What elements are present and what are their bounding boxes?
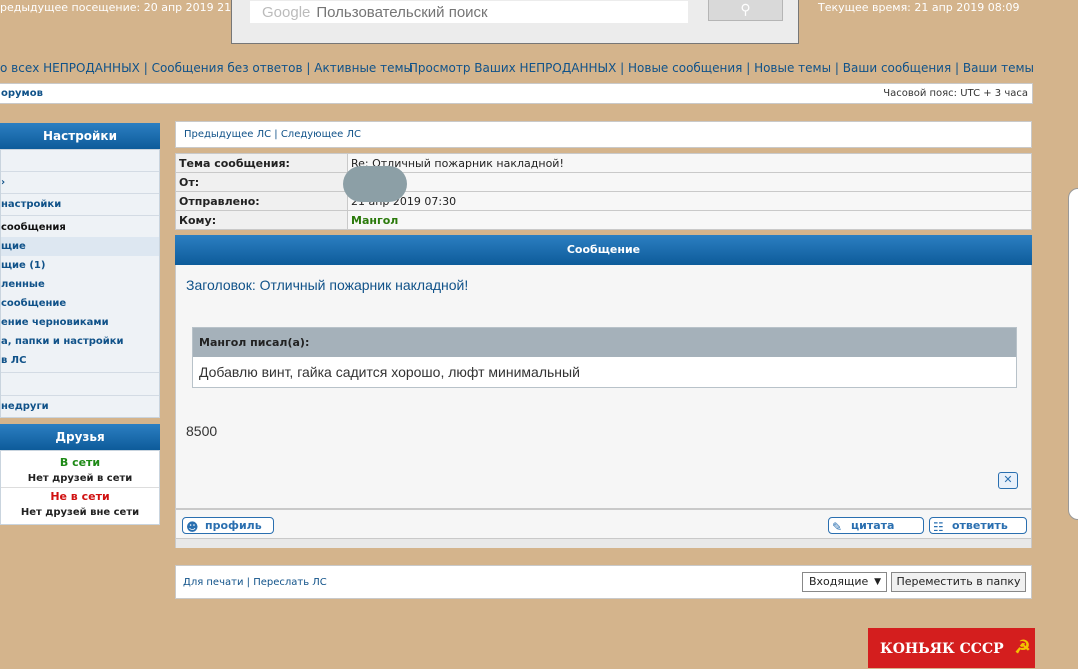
nav-your-topics[interactable]: Ваши темы xyxy=(963,61,1034,75)
folder-select-value: Входящие xyxy=(809,575,869,588)
profile-button[interactable]: ☻ профиль xyxy=(182,517,274,534)
message-section-title: Сообщение xyxy=(175,235,1032,265)
ad-text: КОНЬЯК СССР xyxy=(880,641,1004,657)
nav-unsold-all[interactable]: о всех НЕПРОДАННЫХ xyxy=(0,61,140,75)
nav-new-topics[interactable]: Новые темы xyxy=(754,61,831,75)
magnifier-icon: ⚲ xyxy=(740,2,751,18)
friends-online-label: В сети xyxy=(59,456,101,469)
folder-select[interactable]: Входящие ▼ xyxy=(802,572,887,592)
google-brand: Google xyxy=(262,3,311,21)
sidebar: Настройки › настройки сообщения щие щие … xyxy=(0,123,160,525)
friends-online-none: Нет друзей в сети xyxy=(1,471,159,488)
redacted-sender-blur xyxy=(343,166,407,202)
sidebar-settings-box: › настройки сообщения щие щие (1) ленные… xyxy=(0,149,160,418)
sent-value: 21 апр 2019 07:30 xyxy=(347,191,1032,211)
sidebar-friends-box: В сети Нет друзей в сети Не в сети Нет д… xyxy=(0,450,160,525)
subject-label: Тема сообщения: xyxy=(175,153,348,173)
quote-author: Мангол писал(а): xyxy=(193,328,1016,357)
quote-button-label: цитата xyxy=(851,519,895,532)
sent-label: Отправлено: xyxy=(175,191,348,211)
last-visit-text: редыдущее посещение: 20 апр 2019 21:06 xyxy=(0,1,249,14)
report-icon[interactable]: ✕ xyxy=(998,472,1018,489)
message-body: Заголовок: Отличный пожарник накладной! … xyxy=(175,265,1032,509)
sidebar-settings-title: Настройки xyxy=(0,123,160,149)
nav-right: Просмотр Ваших НЕПРОДАННЫХ | Новые сообщ… xyxy=(408,61,1034,75)
speech-bubble-icon: ✎ xyxy=(832,520,843,534)
print-link[interactable]: Для печати xyxy=(183,577,243,588)
move-to-folder-button[interactable]: Переместить в папку xyxy=(891,572,1026,592)
sidebar-msg-item-3[interactable]: сообщение xyxy=(1,294,159,313)
subject-value: Re: Отличный пожарник накладной! xyxy=(347,153,1032,173)
nav-new-posts[interactable]: Новые сообщения xyxy=(628,61,742,75)
message-column: Предыдущее ЛС | Следующее ЛС Тема сообще… xyxy=(175,121,1032,548)
sidebar-msg-item-5[interactable]: а, папки и настройки xyxy=(1,332,159,351)
sidebar-friends-title: Друзья xyxy=(0,424,160,450)
nav-active-topics[interactable]: Активные темы xyxy=(314,61,413,75)
current-time-text: Текущее время: 21 апр 2019 08:09 xyxy=(818,1,1020,14)
from-value[interactable] xyxy=(347,172,1032,192)
footer-links: Для печати | Переслать ЛС xyxy=(183,577,327,588)
search-placeholder: Пользовательский поиск xyxy=(316,3,488,21)
user-icon: ☻ xyxy=(186,520,199,534)
sidebar-item-settings[interactable]: настройки xyxy=(1,194,159,216)
chevron-down-icon: ▼ xyxy=(874,577,881,587)
search-box: Google Пользовательский поиск ⚲ xyxy=(231,0,799,44)
footer-panel: Для печати | Переслать ЛС Входящие ▼ Пер… xyxy=(175,565,1032,599)
prev-pm-link[interactable]: Предыдущее ЛС xyxy=(184,129,271,140)
forward-pm-link[interactable]: Переслать ЛС xyxy=(253,577,327,588)
post-buttons-row: ☻ профиль ✎ цитата ☷ ответить xyxy=(175,509,1032,539)
sidebar-item-foes[interactable]: недруги xyxy=(1,396,159,417)
nav-left: о всех НЕПРОДАННЫХ | Сообщения без ответ… xyxy=(0,61,414,75)
nav-unanswered[interactable]: Сообщения без ответов xyxy=(152,61,303,75)
to-value[interactable]: Мангол xyxy=(347,210,1032,230)
sidebar-msg-item-2[interactable]: ленные xyxy=(1,275,159,294)
reply-button[interactable]: ☷ ответить xyxy=(929,517,1027,534)
hammer-sickle-icon: ☭ xyxy=(1014,637,1031,658)
sidebar-msg-item-1[interactable]: щие (1) xyxy=(1,256,159,275)
nav-your-unsold[interactable]: Просмотр Ваших НЕПРОДАННЫХ xyxy=(409,61,616,75)
separator-bar xyxy=(175,539,1032,548)
document-icon: ☷ xyxy=(933,520,944,534)
from-label: От: xyxy=(175,172,348,192)
sidebar-msg-item-4[interactable]: ение черновиками xyxy=(1,313,159,332)
sidebar-item-0[interactable] xyxy=(1,150,159,172)
profile-button-label: профиль xyxy=(205,519,262,532)
sidebar-msg-item-0[interactable]: щие xyxy=(1,237,159,256)
quote-button[interactable]: ✎ цитата xyxy=(828,517,924,534)
message-text: 8500 xyxy=(186,423,218,439)
pm-navigation: Предыдущее ЛС | Следующее ЛС xyxy=(175,121,1032,148)
search-button[interactable]: ⚲ xyxy=(708,0,783,21)
message-title: Заголовок: Отличный пожарник накладной! xyxy=(186,277,469,293)
timezone-text: Часовой пояс: UTC + 3 часа xyxy=(883,88,1028,99)
reply-button-label: ответить xyxy=(952,519,1008,532)
sidebar-item-blank[interactable] xyxy=(1,373,159,396)
sidebar-item-1[interactable]: › xyxy=(1,172,159,194)
breadcrumb-bar: орумов Часовой пояс: UTC + 3 часа xyxy=(0,83,1033,104)
side-panel-edge xyxy=(1068,188,1078,520)
nav-your-posts[interactable]: Ваши сообщения xyxy=(843,61,951,75)
next-pm-link[interactable]: Следующее ЛС xyxy=(281,129,361,140)
search-input[interactable]: Google Пользовательский поиск xyxy=(250,1,688,23)
sidebar-messages-heading: сообщения xyxy=(1,222,66,233)
quote-text: Добавлю винт, гайка садится хорошо, люфт… xyxy=(199,364,580,380)
friends-offline-label: Не в сети xyxy=(50,490,110,503)
friends-offline-none: Нет друзей вне сети xyxy=(20,507,140,518)
message-header-table: Тема сообщения: Re: Отличный пожарник на… xyxy=(175,153,1032,230)
quote-block: Мангол писал(а): Добавлю винт, гайка сад… xyxy=(192,327,1017,388)
advertisement-banner[interactable]: КОНЬЯК СССР ☭ xyxy=(868,628,1035,668)
breadcrumb[interactable]: орумов xyxy=(1,88,43,99)
sidebar-msg-item-6[interactable]: в ЛС xyxy=(1,351,159,370)
sidebar-messages-group: сообщения щие щие (1) ленные сообщение е… xyxy=(1,216,159,373)
to-label: Кому: xyxy=(175,210,348,230)
